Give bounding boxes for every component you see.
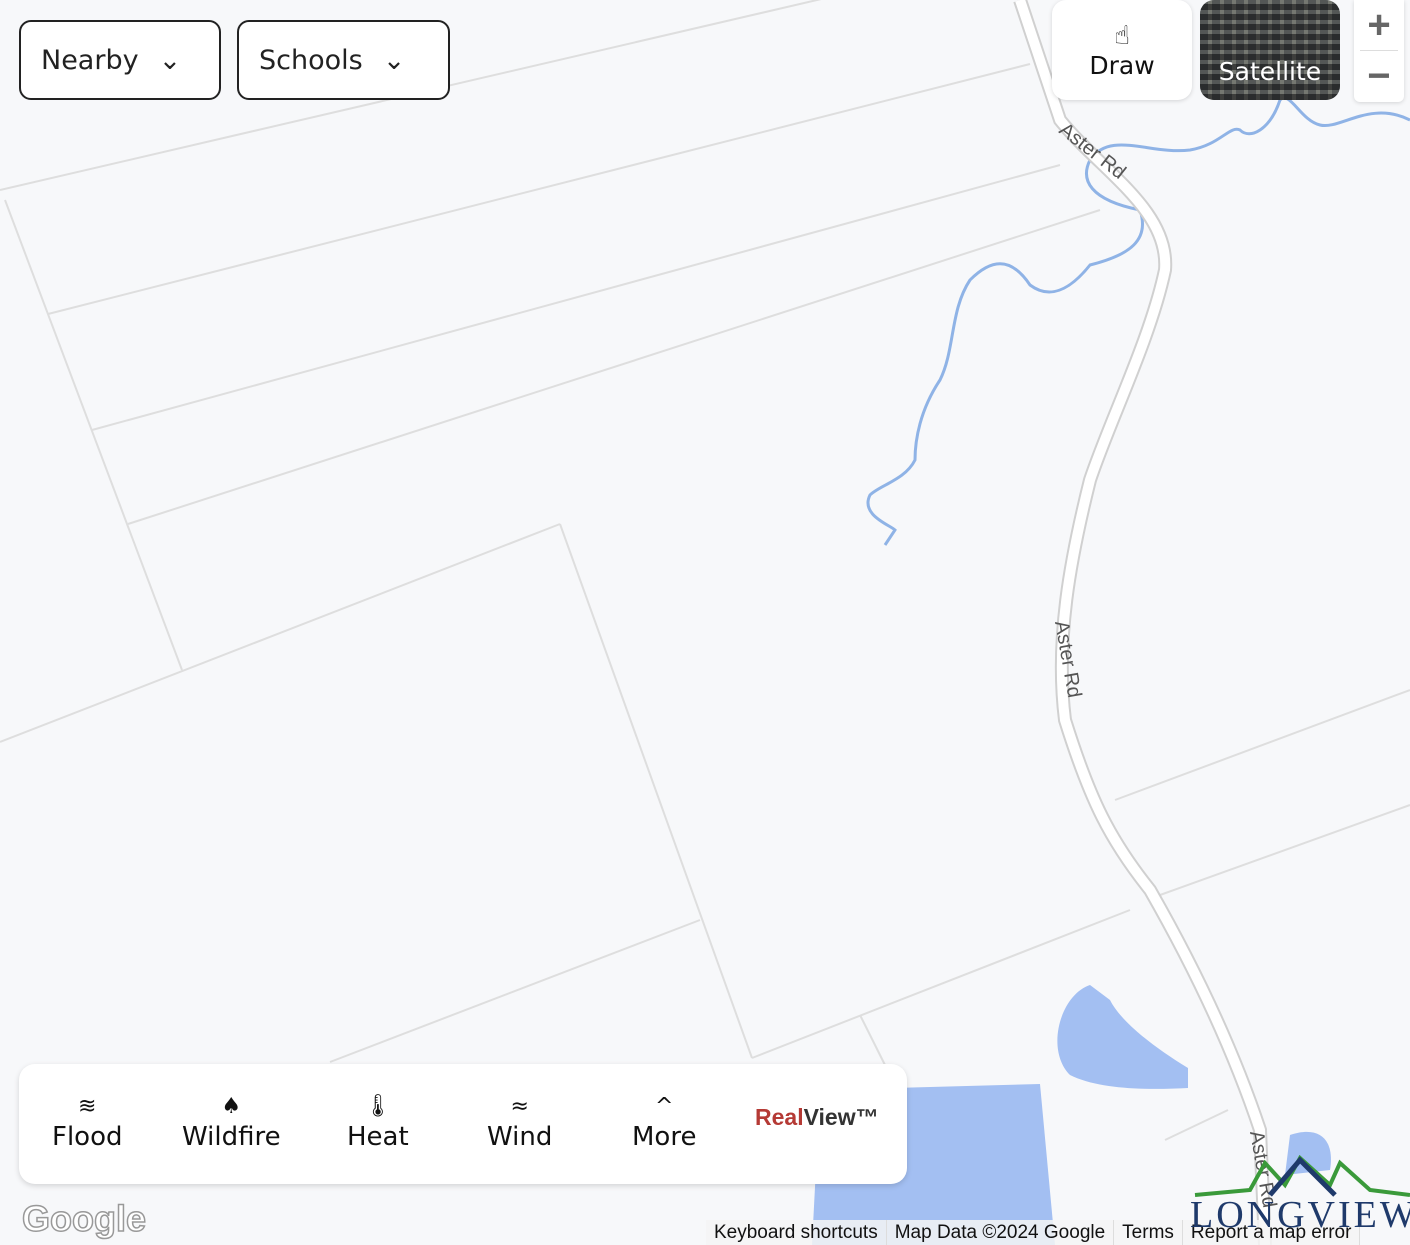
hand-pointer-icon: ☝ [1114,20,1130,51]
heat-icon: 🌡 [363,1094,392,1119]
chevron-down-icon: ⌄ [382,44,406,76]
flood-icon: ≋ [78,1094,97,1119]
longview-logo: LONGVIEW [1190,1154,1410,1245]
terms-link[interactable]: Terms [1114,1220,1183,1245]
wildfire-label: Wildfire [182,1122,281,1152]
map-data-text: Map Data ©2024 Google [887,1220,1115,1245]
realview-dark: View™ [803,1104,879,1130]
logo-text: LONGVIEW [1190,1194,1410,1236]
more-label: More [632,1122,697,1152]
chevron-down-icon: ⌄ [158,44,182,76]
road-label: Aster Rd [1055,119,1130,184]
risk-bar: ≋ Flood ♠ Wildfire 🌡 Heat ≈ Wind ^ More RealV… [19,1064,907,1184]
chevron-up-icon: ^ [655,1094,674,1119]
zoom-in-button[interactable]: + [1354,0,1404,50]
nearby-label: Nearby [41,44,139,76]
zoom-control: + − [1354,0,1404,102]
schools-label: Schools [259,44,363,76]
google-logo: Google [21,1197,147,1240]
wildfire-icon: ♠ [221,1094,242,1119]
keyboard-shortcuts-link[interactable]: Keyboard shortcuts [706,1220,887,1245]
satellite-toggle[interactable]: Satellite [1200,0,1340,100]
satellite-label: Satellite [1218,57,1322,86]
wildfire-button[interactable]: ♠ Wildfire [182,1092,281,1152]
zoom-out-button[interactable]: − [1354,51,1404,101]
realview-red: Real [755,1104,804,1130]
streams [866,96,1410,546]
flood-button[interactable]: ≋ Flood [52,1092,123,1152]
wind-button[interactable]: ≈ Wind [487,1092,552,1152]
draw-label: Draw [1089,50,1155,80]
wind-icon: ≈ [510,1094,529,1119]
schools-dropdown[interactable]: Schools ⌄ [237,20,450,100]
heat-label: Heat [347,1122,409,1152]
map-canvas[interactable]: Aster Rd Aster Rd Aster Rd [0,0,1410,1245]
draw-button[interactable]: ☝ Draw [1052,0,1192,100]
pond [1057,985,1188,1089]
wind-label: Wind [487,1122,553,1152]
heat-button[interactable]: 🌡 Heat [347,1092,409,1152]
realview-button[interactable]: RealView™ [755,1104,879,1131]
nearby-dropdown[interactable]: Nearby ⌄ [19,20,221,100]
flood-label: Flood [52,1122,123,1152]
more-button[interactable]: ^ More [632,1092,696,1152]
